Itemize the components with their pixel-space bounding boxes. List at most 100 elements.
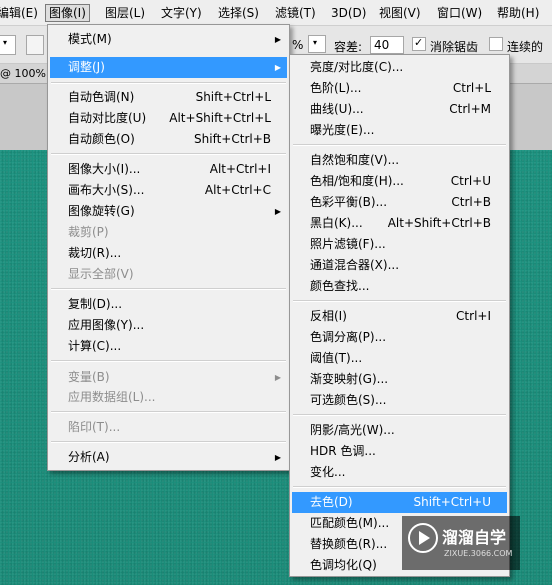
antialias-checkbox[interactable]: ✓ bbox=[412, 36, 426, 51]
chevron-right-icon: ▶ bbox=[274, 207, 281, 216]
menu-item-gradient-map[interactable]: 渐变映射(G)... bbox=[292, 369, 507, 390]
menu-item-hue-saturation[interactable]: 色相/饱和度(H)... Ctrl+U bbox=[292, 171, 507, 192]
menu-item-image-rotation[interactable]: 图像旋转(G) ▶ bbox=[50, 201, 287, 222]
menu-item-canvas-size[interactable]: 画布大小(S)... Alt+Ctrl+C bbox=[50, 180, 287, 201]
menu-item-label: 曝光度(E)... bbox=[310, 123, 375, 137]
contiguous-label: 连续的 bbox=[507, 40, 544, 54]
menu-item-label: 裁切(R)... bbox=[68, 246, 122, 260]
document-tab-zoom[interactable]: @ 100% bbox=[0, 67, 46, 80]
contiguous-checkbox[interactable] bbox=[489, 37, 503, 51]
menu-item-color-balance[interactable]: 色彩平衡(B)... Ctrl+B bbox=[292, 192, 507, 213]
chevron-right-icon: ▶ bbox=[274, 35, 281, 44]
menu-item-exposure[interactable]: 曝光度(E)... bbox=[292, 120, 507, 141]
menu-item-shortcut: Shift+Ctrl+U bbox=[413, 495, 491, 509]
menu-item-photo-filter[interactable]: 照片滤镜(F)... bbox=[292, 234, 507, 255]
chevron-right-icon: ▶ bbox=[274, 453, 281, 462]
menu-item-label: 图像旋转(G) bbox=[68, 204, 135, 218]
menu-item-variations[interactable]: 变化... bbox=[292, 462, 507, 483]
menu-separator bbox=[51, 82, 286, 84]
menu-item-shortcut: Shift+Ctrl+B bbox=[194, 132, 271, 146]
play-icon bbox=[408, 523, 438, 553]
menu-item-shortcut: Ctrl+U bbox=[450, 174, 491, 188]
menu-item-vibrance[interactable]: 自然饱和度(V)... bbox=[292, 150, 507, 171]
selection-mode-button[interactable] bbox=[26, 35, 44, 55]
menu-item-label: 色调均化(Q) bbox=[310, 558, 377, 572]
menu-item-shortcut: Alt+Ctrl+I bbox=[209, 162, 271, 176]
menu-item-color-lookup[interactable]: 颜色查找... bbox=[292, 276, 507, 297]
antialias-label: 消除锯齿 bbox=[430, 40, 479, 54]
menu-separator bbox=[51, 360, 286, 362]
menu-item-label: 画布大小(S)... bbox=[68, 183, 145, 197]
menu-separator bbox=[293, 300, 506, 302]
menu-item-levels[interactable]: 色阶(L)... Ctrl+L bbox=[292, 78, 507, 99]
menu-item-curves[interactable]: 曲线(U)... Ctrl+M bbox=[292, 99, 507, 120]
menu-item-label: 显示全部(V) bbox=[68, 267, 134, 281]
menu-item-label: HDR 色调... bbox=[310, 444, 376, 458]
menu-separator bbox=[51, 411, 286, 413]
menu-item-image-size[interactable]: 图像大小(I)... Alt+Ctrl+I bbox=[50, 159, 287, 180]
menu-item-channel-mixer[interactable]: 通道混合器(X)... bbox=[292, 255, 507, 276]
menu-item-auto-contrast[interactable]: 自动对比度(U) Alt+Shift+Ctrl+L bbox=[50, 108, 287, 129]
menu-item-desaturate[interactable]: 去色(D) Shift+Ctrl+U bbox=[292, 492, 507, 513]
sample-dropdown[interactable]: ▾ bbox=[308, 35, 326, 53]
menu-select[interactable]: 选择(S) bbox=[215, 4, 262, 22]
menu-item-brightness-contrast[interactable]: 亮度/对比度(C)... bbox=[292, 57, 507, 78]
menu-layer[interactable]: 图层(L) bbox=[102, 4, 148, 22]
menu-item-label: 颜色查找... bbox=[310, 279, 370, 293]
menu-item-hdr-toning[interactable]: HDR 色调... bbox=[292, 441, 507, 462]
menu-item-shortcut: Shift+Ctrl+L bbox=[195, 90, 271, 104]
menu-edit[interactable]: 编辑(E) bbox=[0, 4, 41, 22]
menu-item-threshold[interactable]: 阈值(T)... bbox=[292, 348, 507, 369]
menu-item-shortcut: Alt+Ctrl+C bbox=[204, 183, 271, 197]
menu-item-mode[interactable]: 模式(M) ▶ bbox=[50, 29, 287, 50]
menu-item-adjustments[interactable]: 调整(J) ▶ bbox=[50, 57, 287, 78]
menu-item-label: 自动对比度(U) bbox=[68, 111, 147, 125]
menu-item-shortcut: Ctrl+B bbox=[451, 195, 491, 209]
menu-type[interactable]: 文字(Y) bbox=[158, 4, 205, 22]
menu-separator bbox=[293, 144, 506, 146]
menu-item-label: 阈值(T)... bbox=[310, 351, 363, 365]
tolerance-value: 40 bbox=[374, 38, 390, 52]
menu-item-label: 黑白(K)... bbox=[310, 216, 363, 230]
menu-item-label: 匹配颜色(M)... bbox=[310, 516, 390, 530]
menu-item-label: 色相/饱和度(H)... bbox=[310, 174, 404, 188]
menu-item-label: 色阶(L)... bbox=[310, 81, 362, 95]
menu-item-label: 色调分离(P)... bbox=[310, 330, 387, 344]
menu-item-label: 图像大小(I)... bbox=[68, 162, 141, 176]
menu-item-black-white[interactable]: 黑白(K)... Alt+Shift+Ctrl+B bbox=[292, 213, 507, 234]
menu-item-duplicate[interactable]: 复制(D)... bbox=[50, 294, 287, 315]
menu-item-analysis[interactable]: 分析(A) ▶ bbox=[50, 447, 287, 468]
menu-item-label: 通道混合器(X)... bbox=[310, 258, 400, 272]
menu-item-label: 复制(D)... bbox=[68, 297, 123, 311]
menu-item-posterize[interactable]: 色调分离(P)... bbox=[292, 327, 507, 348]
menu-image[interactable]: 图像(I) bbox=[45, 4, 90, 22]
menu-help[interactable]: 帮助(H) bbox=[494, 4, 542, 22]
menu-item-shortcut: Ctrl+M bbox=[449, 102, 491, 116]
menu-item-label: 曲线(U)... bbox=[310, 102, 364, 116]
menu-item-shortcut: Alt+Shift+Ctrl+B bbox=[387, 216, 491, 230]
menu-separator bbox=[51, 153, 286, 155]
menu-item-apply-image[interactable]: 应用图像(Y)... bbox=[50, 315, 287, 336]
menu-window[interactable]: 窗口(W) bbox=[434, 4, 485, 22]
menu-filter[interactable]: 滤镜(T) bbox=[272, 4, 319, 22]
menu-item-label: 可选颜色(S)... bbox=[310, 393, 387, 407]
menu-item-calculations[interactable]: 计算(C)... bbox=[50, 336, 287, 357]
menu-item-label: 反相(I) bbox=[310, 309, 347, 323]
menu-item-label: 变化... bbox=[310, 465, 346, 479]
image-menu: 模式(M) ▶ 调整(J) ▶ 自动色调(N) Shift+Ctrl+L 自动对… bbox=[47, 24, 290, 471]
tolerance-input[interactable]: 40 bbox=[370, 36, 404, 54]
menu-item-selective-color[interactable]: 可选颜色(S)... bbox=[292, 390, 507, 411]
menu-item-auto-color[interactable]: 自动颜色(O) Shift+Ctrl+B bbox=[50, 129, 287, 150]
menu-item-shortcut: Ctrl+I bbox=[456, 309, 491, 323]
menu-item-auto-tone[interactable]: 自动色调(N) Shift+Ctrl+L bbox=[50, 87, 287, 108]
menu-view[interactable]: 视图(V) bbox=[376, 4, 424, 22]
menu-item-label: 分析(A) bbox=[68, 450, 110, 464]
menu-item-invert[interactable]: 反相(I) Ctrl+I bbox=[292, 306, 507, 327]
menu-item-apply-data-set: 应用数据组(L)... bbox=[50, 387, 287, 408]
menu-item-shadows-highlights[interactable]: 阴影/高光(W)... bbox=[292, 420, 507, 441]
menu-item-label: 自然饱和度(V)... bbox=[310, 153, 400, 167]
menu-separator bbox=[293, 486, 506, 488]
menu-item-trim[interactable]: 裁切(R)... bbox=[50, 243, 287, 264]
menu-3d[interactable]: 3D(D) bbox=[328, 4, 369, 22]
tool-preset-dropdown[interactable]: ▾ bbox=[0, 35, 16, 55]
